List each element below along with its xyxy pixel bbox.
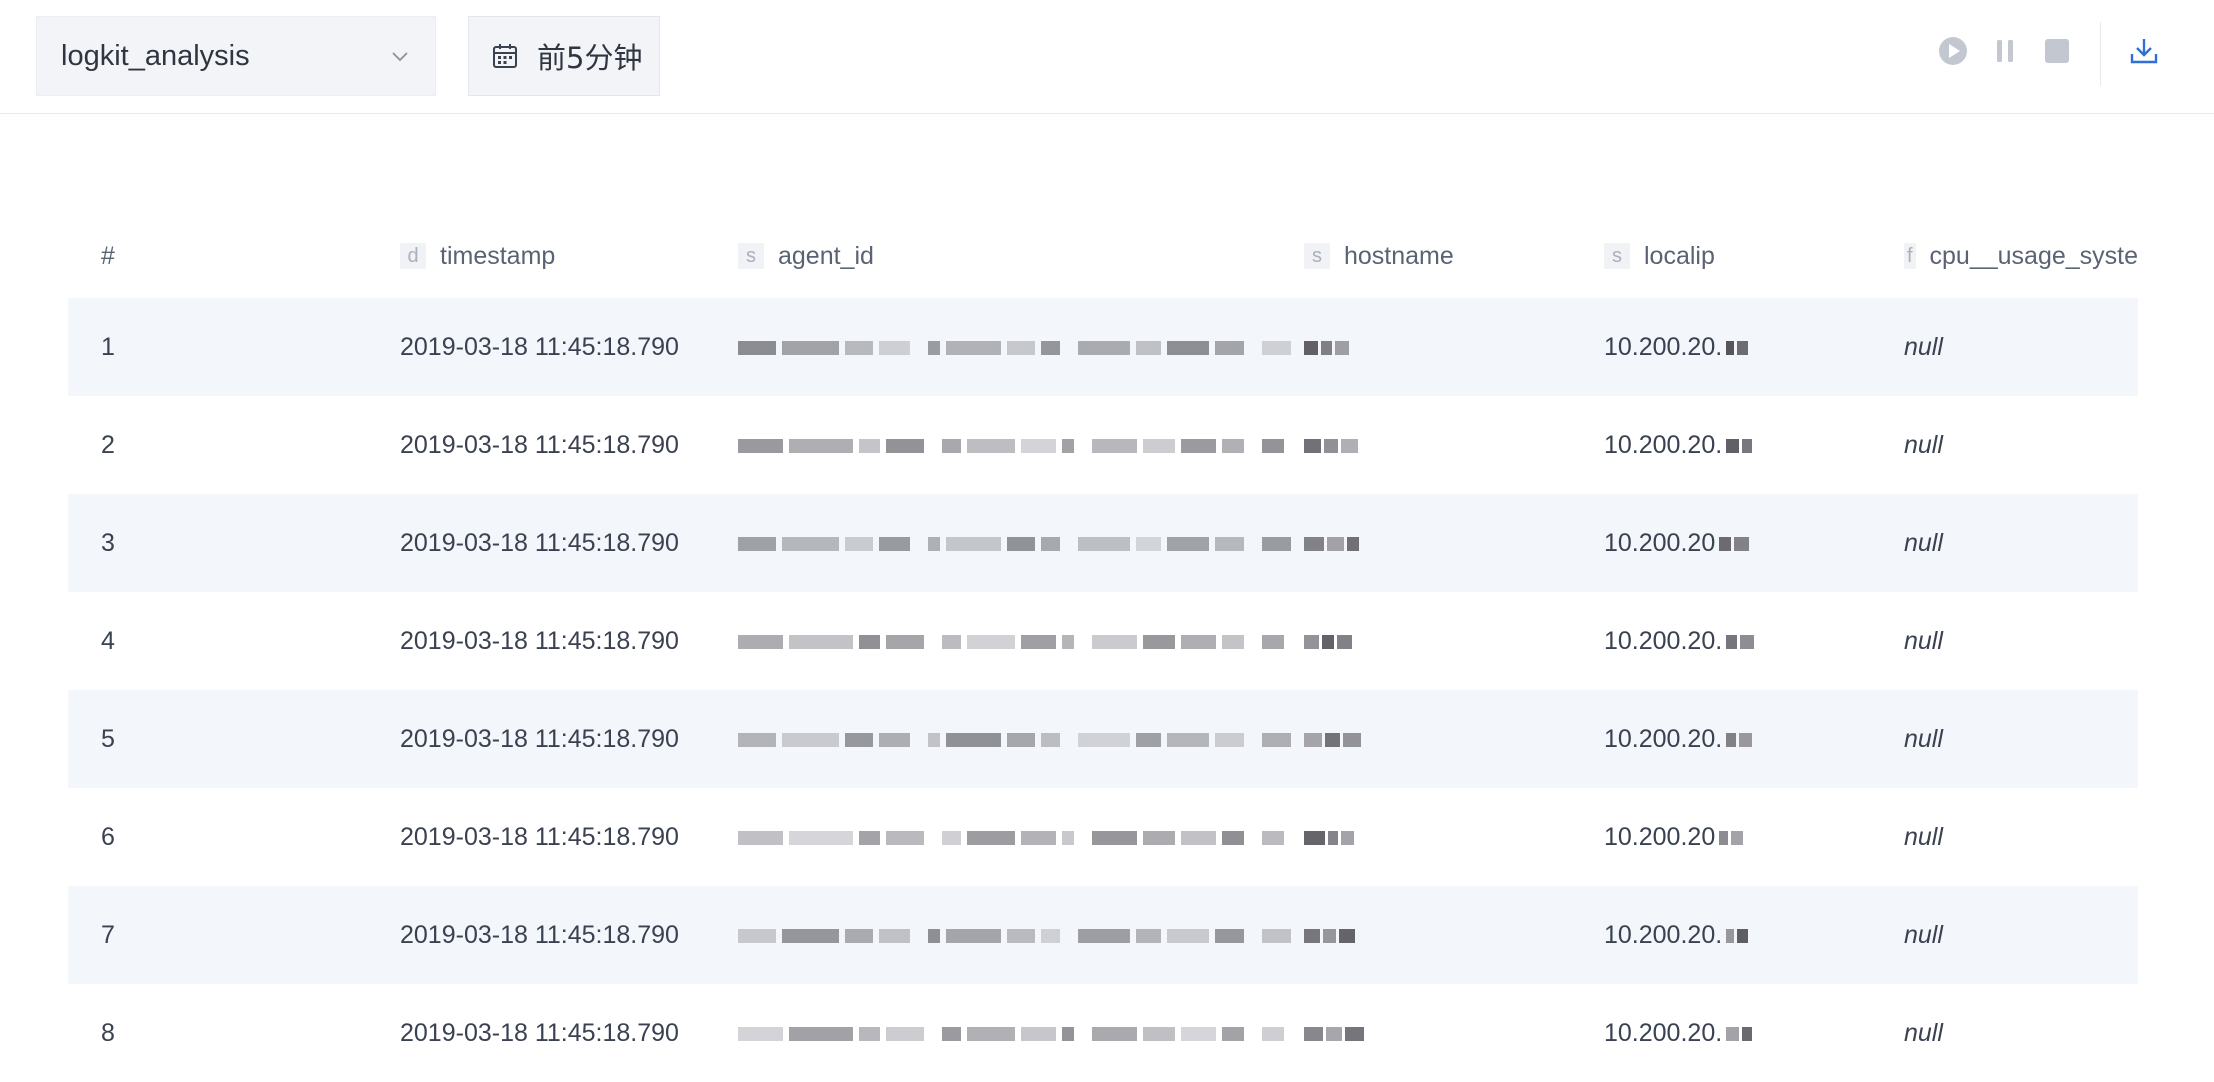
localip-cell: 10.200.20	[1604, 529, 1752, 558]
timestamp-cell: 2019-03-18 11:45:18.790	[400, 724, 679, 753]
toolbar: logkit_analysis 前5分钟	[0, 0, 2214, 114]
row-index: 7	[101, 920, 115, 949]
timestamp-cell: 2019-03-18 11:45:18.790	[400, 626, 679, 655]
type-badge: s	[1604, 243, 1630, 269]
hostname-cell-redacted	[1304, 627, 1355, 656]
localip-cell: 10.200.20.	[1604, 333, 1751, 362]
stop-icon	[2045, 39, 2069, 63]
timestamp-cell: 2019-03-18 11:45:18.790	[400, 528, 679, 557]
table-row[interactable]: 1 2019-03-18 11:45:18.790 10.200.20. null	[68, 298, 2138, 396]
time-range-label: 前5分钟	[537, 41, 643, 75]
column-header-hostname[interactable]: s hostname	[1304, 242, 1454, 271]
timestamp-cell: 2019-03-18 11:45:18.790	[400, 920, 679, 949]
hostname-cell-redacted	[1304, 725, 1364, 754]
agent-id-cell-redacted	[738, 725, 1308, 754]
row-index: 1	[101, 332, 115, 361]
localip-cell: 10.200.20.	[1604, 431, 1755, 460]
column-header-localip[interactable]: s localip	[1604, 242, 1715, 271]
table-row[interactable]: 3 2019-03-18 11:45:18.790 10.200.20 null	[68, 494, 2138, 592]
row-index: 6	[101, 822, 115, 851]
localip-cell: 10.200.20	[1604, 823, 1746, 852]
table-row[interactable]: 4 2019-03-18 11:45:18.790 10.200.20. null	[68, 592, 2138, 690]
cpu-usage-cell: null	[1904, 724, 1943, 753]
timestamp-cell: 2019-03-18 11:45:18.790	[400, 1018, 679, 1047]
row-index: 5	[101, 724, 115, 753]
pause-button[interactable]	[1989, 34, 2021, 68]
column-header-agent-id[interactable]: s agent_id	[738, 242, 1308, 271]
time-range-button[interactable]: 前5分钟	[468, 16, 660, 96]
hostname-cell-redacted	[1304, 431, 1361, 460]
type-badge: d	[400, 243, 426, 269]
localip-cell: 10.200.20.	[1604, 725, 1755, 754]
cpu-usage-cell: null	[1904, 626, 1943, 655]
cpu-usage-cell: null	[1904, 920, 1943, 949]
repo-select-value: logkit_analysis	[61, 39, 250, 72]
type-badge: s	[738, 243, 764, 269]
hostname-cell-redacted	[1304, 921, 1358, 950]
agent-id-cell-redacted	[738, 1019, 1308, 1048]
timestamp-cell: 2019-03-18 11:45:18.790	[400, 332, 679, 361]
type-badge: f	[1904, 243, 1916, 269]
download-button[interactable]	[2128, 34, 2160, 68]
row-index: 3	[101, 528, 115, 557]
data-table: # d timestamp s agent_id s hostname s lo…	[68, 214, 2138, 1082]
cpu-usage-cell: null	[1904, 332, 1943, 361]
agent-id-cell-redacted	[738, 333, 1308, 362]
type-badge: s	[1304, 243, 1330, 269]
agent-id-cell-redacted	[738, 823, 1308, 852]
hostname-cell-redacted	[1304, 1019, 1367, 1048]
hostname-cell-redacted	[1304, 333, 1352, 362]
row-index: 2	[101, 430, 115, 459]
table-row[interactable]: 7 2019-03-18 11:45:18.790 10.200.20. null	[68, 886, 2138, 984]
cpu-usage-cell: null	[1904, 822, 1943, 851]
localip-cell: 10.200.20.	[1604, 627, 1757, 656]
chevron-down-icon	[392, 52, 408, 62]
cpu-usage-cell: null	[1904, 1018, 1943, 1047]
timestamp-cell: 2019-03-18 11:45:18.790	[400, 822, 679, 851]
pause-icon	[1997, 40, 2013, 62]
column-header-cpu-usage-system[interactable]: f cpu__usage_syste	[1904, 242, 2138, 271]
localip-cell: 10.200.20.	[1604, 921, 1751, 950]
stop-button[interactable]	[2041, 34, 2073, 68]
download-icon	[2130, 39, 2158, 64]
table-row[interactable]: 6 2019-03-18 11:45:18.790 10.200.20 null	[68, 788, 2138, 886]
play-icon	[1939, 37, 1967, 65]
repo-select[interactable]: logkit_analysis	[36, 16, 436, 96]
table-row[interactable]: 2 2019-03-18 11:45:18.790 10.200.20. null	[68, 396, 2138, 494]
column-header-timestamp[interactable]: d timestamp	[400, 242, 555, 271]
play-button[interactable]	[1937, 34, 1969, 68]
hostname-cell-redacted	[1304, 529, 1362, 558]
column-header-index[interactable]: #	[101, 242, 115, 271]
row-index: 4	[101, 626, 115, 655]
table-row[interactable]: 5 2019-03-18 11:45:18.790 10.200.20. null	[68, 690, 2138, 788]
timestamp-cell: 2019-03-18 11:45:18.790	[400, 430, 679, 459]
cpu-usage-cell: null	[1904, 528, 1943, 557]
cpu-usage-cell: null	[1904, 430, 1943, 459]
hostname-cell-redacted	[1304, 823, 1357, 852]
table-header: # d timestamp s agent_id s hostname s lo…	[68, 214, 2138, 298]
table-row[interactable]: 8 2019-03-18 11:45:18.790 10.200.20. null	[68, 984, 2138, 1082]
table-body: 1 2019-03-18 11:45:18.790 10.200.20. null 2 2…	[68, 298, 2138, 1082]
agent-id-cell-redacted	[738, 529, 1308, 558]
agent-id-cell-redacted	[738, 627, 1308, 656]
toolbar-divider	[2100, 22, 2101, 86]
localip-cell: 10.200.20.	[1604, 1019, 1755, 1048]
calendar-icon	[493, 44, 517, 68]
agent-id-cell-redacted	[738, 921, 1308, 950]
row-index: 8	[101, 1018, 115, 1047]
agent-id-cell-redacted	[738, 431, 1308, 460]
